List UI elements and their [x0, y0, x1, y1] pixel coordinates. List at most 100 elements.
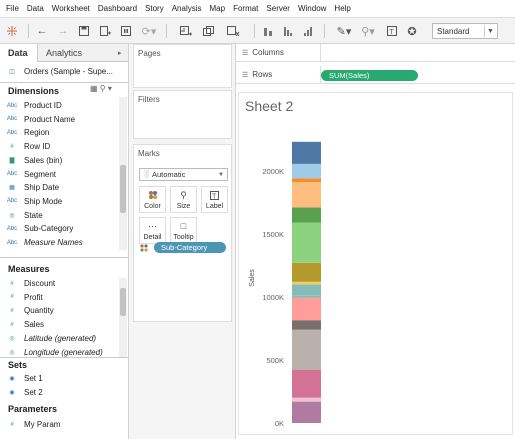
dimensions-item[interactable]: ▦ Ship Date [0, 181, 118, 194]
dimensions-title: Dimensions [8, 85, 60, 96]
sets-item[interactable]: ◉ Set 1 [0, 372, 118, 385]
y-axis-label: Sales [249, 269, 256, 287]
bar-segment[interactable] [292, 163, 321, 179]
new-worksheet-icon[interactable] [176, 23, 196, 39]
menu-item-data[interactable]: Data [23, 4, 48, 13]
dimensions-item[interactable]: Abc Region [0, 126, 118, 139]
menu-item-help[interactable]: Help [330, 4, 354, 13]
new-datasource-icon[interactable] [97, 23, 113, 39]
tab-analytics[interactable]: Analytics [46, 44, 82, 62]
tooltip-label: Tooltip [173, 234, 194, 241]
number-icon: # [10, 307, 14, 314]
abc-icon: Abc [6, 239, 18, 246]
columns-shelf[interactable]: ☰ Columns [236, 44, 515, 62]
bar-segment[interactable] [292, 329, 321, 370]
sum-sales-pill[interactable]: SUM(Sales) [321, 70, 418, 81]
sort-desc-icon[interactable] [300, 23, 316, 39]
dimensions-item[interactable]: Abc Measure Names [0, 236, 118, 249]
menu-item-map[interactable]: Map [206, 4, 230, 13]
menu-item-server[interactable]: Server [262, 4, 294, 13]
label-button[interactable]: T Label [201, 186, 228, 213]
menu-item-window[interactable]: Window [294, 4, 330, 13]
highlight-icon[interactable]: ✎▾ [334, 23, 354, 39]
rows-shelf[interactable]: ☰ Rows SUM(Sales) [236, 66, 515, 84]
clear-icon[interactable] [222, 23, 244, 39]
fix-axes-icon[interactable]: ✪ [404, 23, 420, 39]
worksheet-view[interactable]: Sheet 2 Sales 0K 500K 1000K 1500K 2000K [238, 92, 513, 435]
dimensions-item-label: Segment [24, 169, 57, 179]
bar-segment[interactable] [292, 207, 321, 223]
dimensions-item[interactable]: Abc Segment [0, 168, 118, 181]
back-icon[interactable]: ← [34, 23, 50, 39]
bar-segment[interactable] [292, 397, 321, 402]
pause-icon[interactable] [118, 23, 134, 39]
measures-item[interactable]: # Discount [0, 277, 118, 290]
dimensions-item[interactable]: Abc Product Name [0, 113, 118, 126]
tooltip-button[interactable]: □ Tooltip [170, 217, 197, 244]
menu-item-dashboard[interactable]: Dashboard [94, 4, 141, 13]
filters-card[interactable]: Filters [133, 90, 232, 139]
tableau-logo-icon[interactable] [4, 23, 20, 39]
dimensions-item[interactable]: Abc Product ID [0, 99, 118, 112]
bar-segment[interactable] [292, 178, 321, 183]
marks-type-select[interactable]: ░ Automatic ▼ [139, 168, 228, 181]
swap-icon[interactable] [260, 23, 276, 39]
bar-segment[interactable] [292, 182, 321, 208]
detail-icon: ⋯ [148, 220, 157, 231]
refresh-icon[interactable]: ⟳▾ [138, 23, 160, 39]
label-icon[interactable]: T [384, 23, 400, 39]
bar-segment[interactable] [292, 295, 321, 298]
sort-asc-icon[interactable] [280, 23, 296, 39]
dimensions-item-label: Row ID [24, 142, 51, 152]
dimensions-scrollbar[interactable] [119, 97, 127, 250]
menu-item-format[interactable]: Format [229, 4, 262, 13]
dimensions-item[interactable]: Abc Ship Mode [0, 195, 118, 208]
pages-card[interactable]: Pages [133, 44, 232, 88]
bar-segment[interactable] [292, 320, 321, 330]
size-button[interactable]: ⚲ Size [170, 186, 197, 213]
set-icon: ◉ [9, 376, 15, 382]
color-button[interactable]: Color [139, 186, 166, 213]
sets-item[interactable]: ◉ Set 2 [0, 386, 118, 399]
menu-item-worksheet[interactable]: Worksheet [48, 4, 94, 13]
detail-button[interactable]: ⋯ Detail [139, 217, 166, 244]
measures-item[interactable]: ◎ Latitude (generated) [0, 332, 118, 345]
columns-label: Columns [252, 48, 284, 57]
measures-item[interactable]: # Profit [0, 291, 118, 304]
bar-segment[interactable] [292, 262, 321, 282]
bar-segment[interactable] [292, 281, 321, 285]
measures-item[interactable]: # Quantity [0, 304, 118, 317]
marks-type-value: Automatic [151, 170, 186, 179]
sub-category-pill[interactable]: Sub-Category [154, 242, 226, 253]
tab-data[interactable]: Data [0, 44, 38, 62]
dimensions-item[interactable]: ◎ State [0, 209, 118, 222]
menu-item-analysis[interactable]: Analysis [168, 4, 206, 13]
bar-segment[interactable] [292, 297, 321, 321]
annotate-icon[interactable]: ⚲▾ [358, 23, 378, 39]
pane-menu-icon[interactable]: ▸ [118, 44, 122, 62]
duplicate-icon[interactable] [200, 23, 216, 39]
measures-scrollbar[interactable] [119, 278, 127, 358]
dimensions-item[interactable]: # Row ID [0, 140, 118, 153]
save-icon[interactable] [76, 23, 92, 39]
fit-width-select[interactable]: Standard ▼ [432, 23, 498, 39]
y-tick-label: 500K [266, 356, 284, 365]
datasource-item[interactable]: ◫ Orders (Sample - Supe... [0, 65, 118, 78]
forward-icon[interactable]: → [55, 23, 71, 39]
measures-item[interactable]: # Sales [0, 318, 118, 331]
toolbar: ← → ⟳▾ ✎▾ ⚲▾ T ✪ Standard ▼ [0, 17, 515, 44]
view-options-icon[interactable]: ▦ ⚲ ▾ [90, 84, 112, 93]
bar-segment[interactable] [292, 284, 321, 296]
bar-segment[interactable] [292, 401, 321, 423]
dimensions-item-label: State [24, 210, 43, 220]
dimensions-item[interactable]: Abc Sub-Category [0, 222, 118, 235]
globe-icon: ◎ [9, 349, 15, 356]
bar-segment[interactable] [292, 141, 321, 164]
sets-item-label: Set 2 [24, 387, 43, 397]
parameters-item[interactable]: # My Param [0, 418, 118, 431]
menu-item-file[interactable]: File [2, 4, 23, 13]
bar-segment[interactable] [292, 370, 321, 398]
bar-segment[interactable] [292, 222, 321, 263]
menu-item-story[interactable]: Story [141, 4, 168, 13]
dimensions-item[interactable]: ▇ Sales (bin) [0, 154, 118, 167]
